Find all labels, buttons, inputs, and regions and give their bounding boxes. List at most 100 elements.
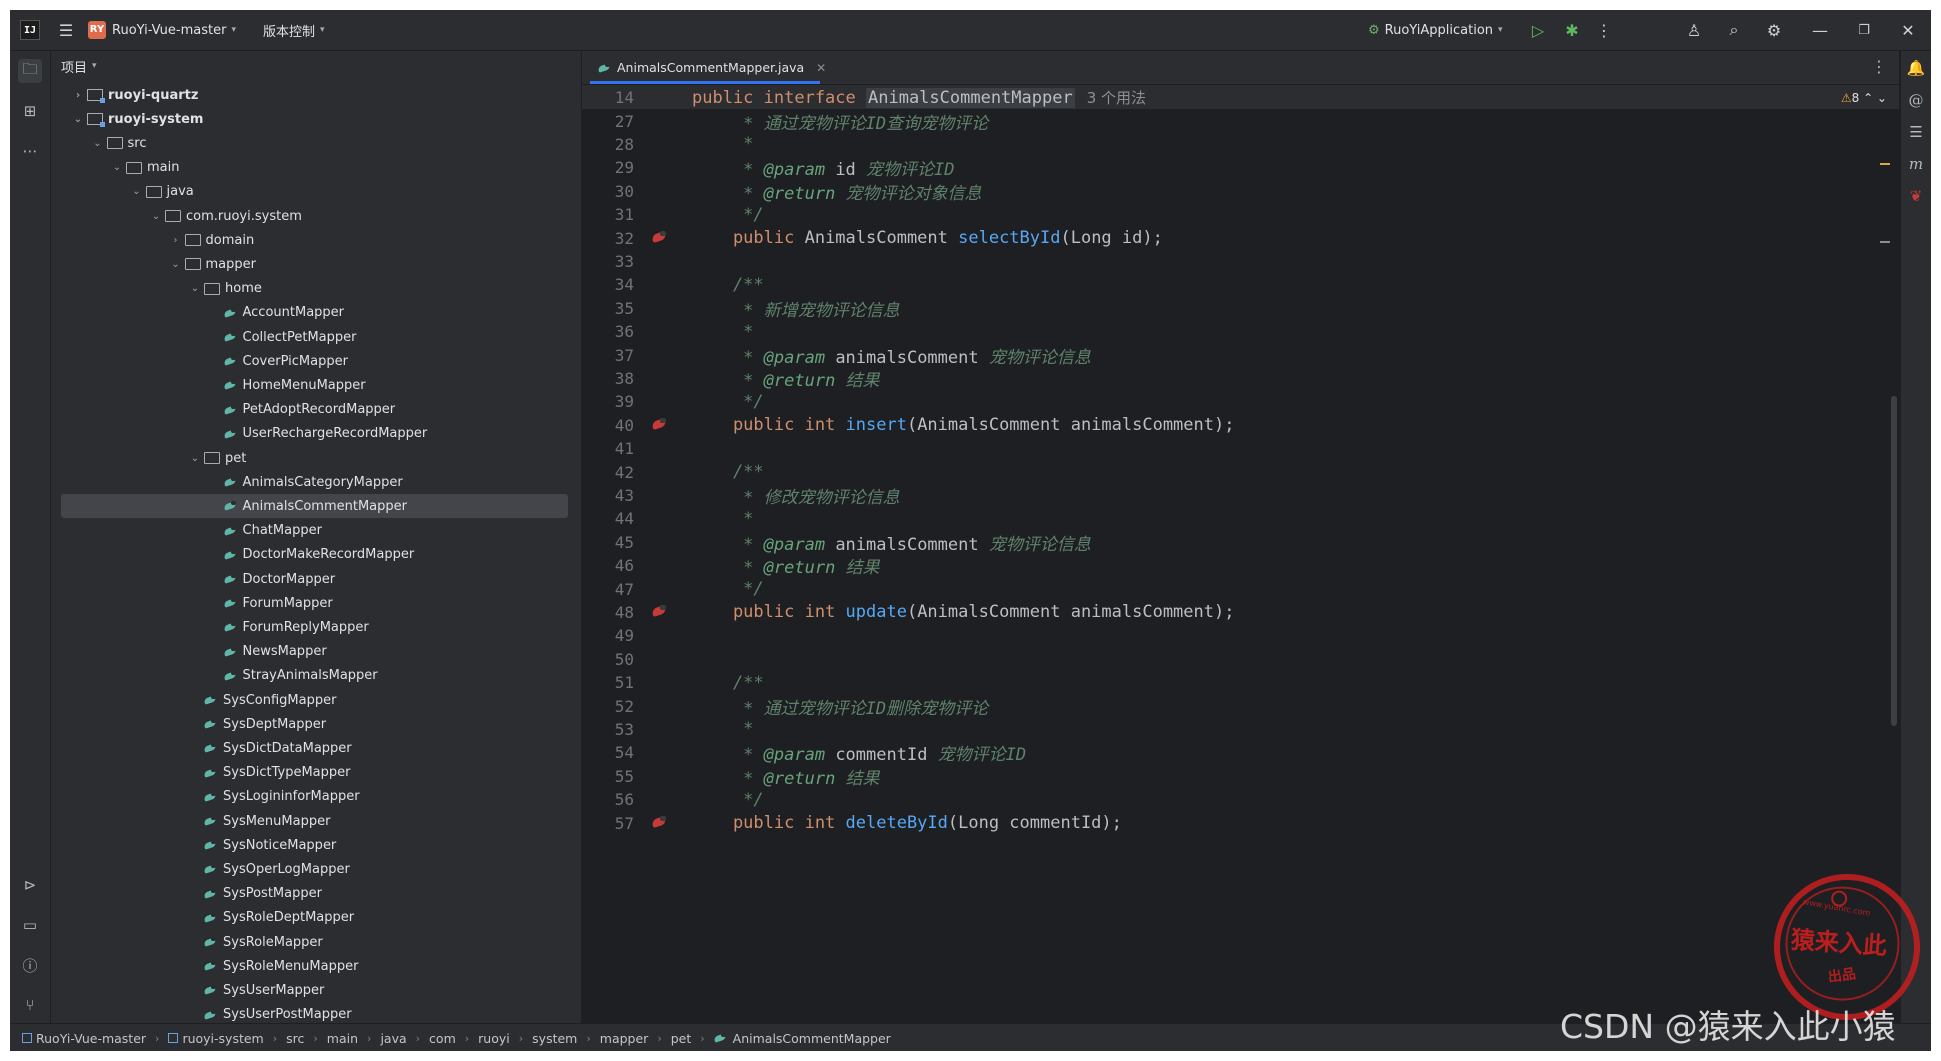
breadcrumb-item[interactable]: java: [380, 1031, 406, 1046]
chevron-down-icon[interactable]: ⌄: [91, 138, 105, 149]
mybatis-navigate-icon[interactable]: [652, 230, 668, 244]
breadcrumb-item[interactable]: RuoYi-Vue-master: [36, 1031, 146, 1046]
tree-item[interactable]: SysRoleMenuMapper: [51, 954, 571, 978]
code-line[interactable]: 53 *: [582, 717, 1899, 741]
run-config-selector[interactable]: ⚙ RuoYiApplication ▾: [1368, 10, 1503, 50]
breadcrumb-item[interactable]: main: [327, 1031, 358, 1046]
usage-hint[interactable]: 3 个用法: [1087, 89, 1146, 107]
code-line[interactable]: 32 public AnimalsComment selectById(Long…: [582, 226, 1899, 250]
mybatis-navigate-icon[interactable]: [652, 815, 668, 829]
breadcrumb-item[interactable]: ruoyi-system: [182, 1031, 263, 1046]
tree-item[interactable]: AnimalsCommentMapper: [61, 494, 568, 519]
tree-item[interactable]: SysRoleDeptMapper: [51, 906, 571, 930]
breadcrumb-item[interactable]: system: [532, 1031, 577, 1046]
code-line[interactable]: 47 */: [582, 577, 1899, 601]
git-icon[interactable]: ⑂: [18, 993, 42, 1017]
tree-item[interactable]: SysUserMapper: [51, 978, 571, 1002]
tree-item[interactable]: SysDictDataMapper: [51, 736, 571, 760]
breadcrumb-item[interactable]: AnimalsCommentMapper: [733, 1031, 891, 1046]
code-line[interactable]: 48 public int update(AnimalsComment anim…: [582, 600, 1899, 624]
code-line[interactable]: 56 */: [582, 788, 1899, 812]
tree-item[interactable]: UserRechargeRecordMapper: [51, 422, 571, 446]
code-line[interactable]: 44 *: [582, 507, 1899, 531]
add-user-icon[interactable]: ♙: [1682, 18, 1706, 42]
problems-icon[interactable]: ⓘ: [18, 953, 42, 977]
code-line[interactable]: 37 * @param animalsComment 宠物评论信息: [582, 343, 1899, 368]
code-line[interactable]: 28 *: [582, 132, 1899, 156]
tree-item[interactable]: ⌄ java: [51, 180, 571, 204]
code-line[interactable]: 50: [582, 647, 1899, 671]
code-area[interactable]: 14 public interface AnimalsCommentMapper…: [582, 85, 1899, 1023]
main-menu-icon[interactable]: ☰: [54, 18, 78, 42]
code-line[interactable]: 35 * 新增宠物评论信息: [582, 296, 1899, 321]
run-icon[interactable]: ▷: [1526, 18, 1550, 42]
code-line[interactable]: 43 * 修改宠物评论信息: [582, 483, 1899, 508]
debug-icon[interactable]: ✱: [1560, 18, 1584, 42]
terminal-icon[interactable]: ▭: [18, 913, 42, 937]
tree-item[interactable]: ForumReplyMapper: [51, 615, 571, 639]
tree-item[interactable]: SysDeptMapper: [51, 712, 571, 736]
code-line[interactable]: 45 * @param animalsComment 宠物评论信息: [582, 530, 1899, 555]
notifications-icon[interactable]: 🔔: [1905, 57, 1927, 79]
warning-marker[interactable]: [1880, 163, 1890, 165]
code-line[interactable]: 42 /**: [582, 460, 1899, 484]
tree-item[interactable]: SysDictTypeMapper: [51, 761, 571, 785]
breadcrumb-item[interactable]: com: [429, 1031, 456, 1046]
tree-item[interactable]: SysNoticeMapper: [51, 833, 571, 857]
code-line[interactable]: 49: [582, 624, 1899, 648]
scroll-marker[interactable]: [1880, 241, 1890, 243]
vcs-menu[interactable]: 版本控制 ▾: [263, 10, 325, 50]
tree-item[interactable]: ⌄ main: [51, 156, 571, 180]
sticky-line[interactable]: 14 public interface AnimalsCommentMapper…: [582, 85, 1899, 109]
tree-item[interactable]: AnimalsCategoryMapper: [51, 470, 571, 494]
tree-item[interactable]: SysLogininforMapper: [51, 785, 571, 809]
project-panel-header[interactable]: 项目 ▾: [61, 51, 97, 81]
tree-item[interactable]: DoctorMakeRecordMapper: [51, 543, 571, 567]
close-tab-icon[interactable]: ✕: [816, 61, 826, 75]
structure-icon[interactable]: ⊞: [18, 99, 42, 123]
chevron-down-icon[interactable]: ⌄: [130, 186, 144, 197]
settings-icon[interactable]: ⚙: [1762, 18, 1786, 42]
project-switcher[interactable]: RY RuoYi-Vue-master ▾: [88, 10, 236, 50]
search-icon[interactable]: ⌕: [1722, 18, 1746, 42]
code-line[interactable]: 57 public int deleteById(Long commentId)…: [582, 811, 1899, 835]
more-tools-icon[interactable]: ⋯: [18, 139, 42, 163]
code-line[interactable]: 34 /**: [582, 273, 1899, 297]
tree-item[interactable]: ChatMapper: [51, 519, 571, 543]
chevron-down-icon[interactable]: ⌄: [188, 453, 202, 464]
tree-item[interactable]: SysPostMapper: [51, 882, 571, 906]
tree-item[interactable]: CollectPetMapper: [51, 325, 571, 349]
database-icon[interactable]: ☰: [1905, 121, 1927, 143]
mybatis-icon[interactable]: ❦: [1905, 185, 1927, 207]
breadcrumb-item[interactable]: pet: [671, 1031, 692, 1046]
tree-item[interactable]: › domain: [51, 228, 571, 252]
minimize-icon[interactable]: —: [1808, 18, 1832, 42]
tree-item[interactable]: SysConfigMapper: [51, 688, 571, 712]
tree-item[interactable]: ⌄ pet: [51, 446, 571, 470]
project-folder-icon[interactable]: 🗀: [18, 59, 42, 83]
chevron-down-icon[interactable]: ⌄: [149, 211, 163, 222]
ai-assistant-icon[interactable]: @: [1905, 89, 1927, 111]
mybatis-navigate-icon[interactable]: [652, 604, 668, 618]
chevron-right-icon[interactable]: ›: [71, 90, 85, 101]
editor-scrollbar[interactable]: [1891, 396, 1897, 726]
code-line[interactable]: 30 * @return 宠物评论对象信息: [582, 179, 1899, 204]
code-line[interactable]: 46 * @return 结果: [582, 554, 1899, 578]
code-line[interactable]: 39 */: [582, 390, 1899, 414]
code-line[interactable]: 38 * @return 结果: [582, 366, 1899, 391]
code-line[interactable]: 52 * 通过宠物评论ID删除宠物评论: [582, 694, 1899, 719]
tab-animals-comment-mapper[interactable]: AnimalsCommentMapper.java ✕: [588, 51, 836, 84]
code-line[interactable]: 29 * @param id 宠物评论ID: [582, 156, 1899, 180]
chevron-down-icon[interactable]: ⌄: [110, 162, 124, 173]
tree-item[interactable]: SysMenuMapper: [51, 809, 571, 833]
code-line[interactable]: 40 public int insert(AnimalsComment anim…: [582, 413, 1899, 437]
code-line[interactable]: 55 * @return 结果: [582, 764, 1899, 789]
tree-item[interactable]: ⌄ ruoyi-system: [51, 107, 571, 131]
mybatis-navigate-icon[interactable]: [652, 417, 668, 431]
restore-icon[interactable]: ❐: [1852, 18, 1876, 42]
code-line[interactable]: 41: [582, 437, 1899, 461]
breadcrumb-item[interactable]: mapper: [600, 1031, 649, 1046]
code-line[interactable]: 33: [582, 249, 1899, 273]
tree-item[interactable]: ⌄ home: [51, 277, 571, 301]
more-actions-icon[interactable]: ⋮: [1592, 18, 1616, 42]
